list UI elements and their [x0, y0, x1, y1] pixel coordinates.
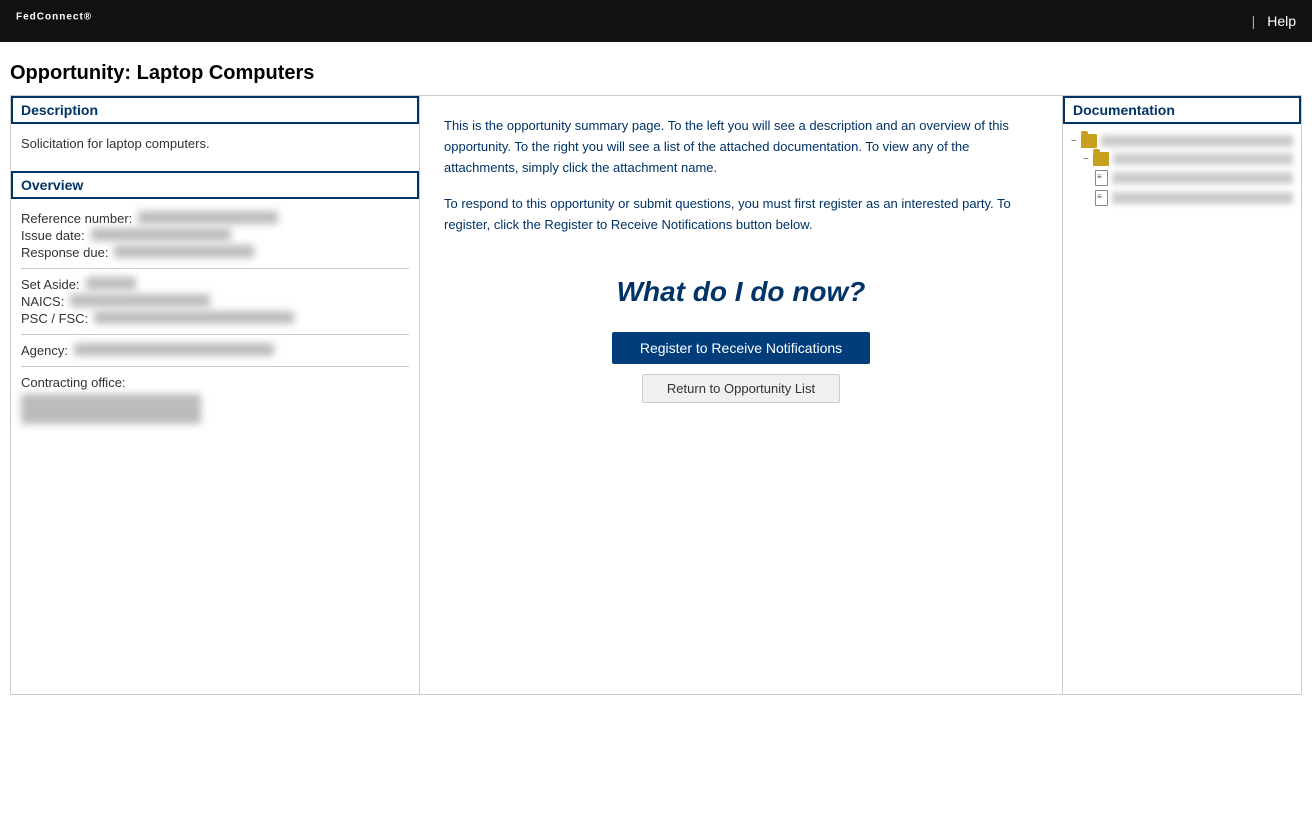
help-link[interactable]: Help	[1267, 13, 1296, 29]
documentation-header: Documentation	[1063, 96, 1301, 124]
right-panel: Documentation − −	[1062, 95, 1302, 695]
folder-1-label	[1101, 135, 1293, 147]
naics-value	[70, 294, 210, 307]
summary-paragraph-2: To respond to this opportunity or submit…	[444, 194, 1038, 236]
doc-file-1-label[interactable]	[1112, 172, 1293, 184]
overview-row-response: Response due:	[21, 245, 409, 260]
doc-folder-1: −	[1071, 134, 1293, 148]
overview-row-setaside: Set Aside:	[21, 277, 409, 292]
response-label: Response due:	[21, 245, 108, 260]
page-title: Opportunity: Laptop Computers	[10, 62, 1302, 85]
main-layout: Description Solicitation for laptop comp…	[0, 95, 1312, 695]
overview-row-naics: NAICS:	[21, 294, 409, 309]
return-opportunity-list-button[interactable]: Return to Opportunity List	[642, 374, 840, 403]
header: FedConnect® | Help	[0, 0, 1312, 42]
what-do-i-do-heading: What do I do now?	[444, 276, 1038, 308]
summary-paragraph-1: This is the opportunity summary page. To…	[444, 116, 1038, 178]
folder-2-toggle[interactable]: −	[1083, 154, 1089, 165]
description-text: Solicitation for laptop computers.	[21, 136, 409, 151]
setaside-label: Set Aside:	[21, 277, 80, 292]
overview-row-issue: Issue date:	[21, 228, 409, 243]
ref-value	[138, 211, 278, 224]
left-panel: Description Solicitation for laptop comp…	[10, 95, 420, 695]
setaside-value	[86, 277, 136, 290]
overview-row-ref: Reference number:	[21, 211, 409, 226]
issue-value	[91, 228, 231, 241]
overview-section: Overview Reference number: Issue date: R…	[11, 171, 419, 436]
folder-1-icon	[1081, 134, 1097, 148]
ref-label: Reference number:	[21, 211, 132, 226]
naics-label: NAICS:	[21, 294, 64, 309]
logo: FedConnect®	[16, 8, 92, 34]
folder-2-icon	[1093, 152, 1109, 166]
overview-row-contracting: Contracting office:	[21, 375, 409, 390]
documentation-tree: − −	[1063, 124, 1301, 220]
center-panel: This is the opportunity summary page. To…	[420, 95, 1062, 695]
description-content: Solicitation for laptop computers.	[11, 124, 419, 163]
folder-2-label	[1113, 153, 1293, 165]
overview-row-psc: PSC / FSC:	[21, 311, 409, 326]
doc-file-1-icon	[1095, 170, 1108, 186]
response-value	[114, 245, 254, 258]
header-divider: |	[1252, 13, 1256, 29]
doc-file-2	[1095, 190, 1293, 206]
overview-content: Reference number: Issue date: Response d…	[11, 199, 419, 436]
contracting-label: Contracting office:	[21, 375, 126, 390]
page-title-area: Opportunity: Laptop Computers	[0, 42, 1312, 95]
register-notifications-button[interactable]: Register to Receive Notifications	[612, 332, 870, 364]
overview-header: Overview	[11, 171, 419, 199]
action-buttons: Register to Receive Notifications Return…	[444, 332, 1038, 403]
agency-label: Agency:	[21, 343, 68, 358]
doc-folder-2: −	[1083, 152, 1293, 166]
contracting-value	[21, 394, 201, 424]
issue-label: Issue date:	[21, 228, 85, 243]
doc-file-2-icon	[1095, 190, 1108, 206]
doc-file-2-label[interactable]	[1112, 192, 1293, 204]
logo-sup: ®	[84, 12, 92, 23]
doc-file-1	[1095, 170, 1293, 186]
agency-value	[74, 343, 274, 356]
psc-label: PSC / FSC:	[21, 311, 88, 326]
overview-row-agency: Agency:	[21, 343, 409, 358]
psc-value	[94, 311, 294, 324]
description-header: Description	[11, 96, 419, 124]
folder-1-toggle[interactable]: −	[1071, 136, 1077, 147]
header-right: | Help	[1252, 13, 1296, 29]
